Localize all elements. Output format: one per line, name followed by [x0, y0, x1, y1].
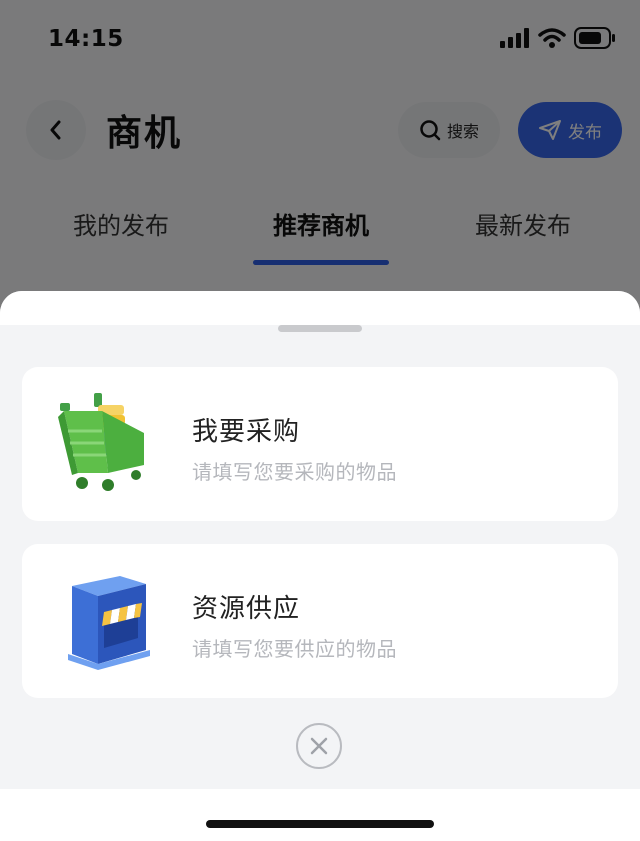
sheet-bottom-area	[0, 789, 640, 841]
sheet-header-strip	[0, 291, 640, 325]
storefront-icon	[68, 576, 150, 670]
option-purchase-title: 我要采购	[192, 417, 301, 447]
option-purchase[interactable]: 我要采购 请填写您要采购的物品	[22, 367, 618, 521]
option-supply-subtitle: 请填写您要供应的物品	[192, 637, 397, 661]
close-button[interactable]	[296, 723, 342, 769]
close-icon	[310, 737, 328, 755]
sheet-grabber[interactable]	[278, 325, 362, 332]
option-supply-title: 资源供应	[192, 594, 301, 624]
option-supply[interactable]: 资源供应 请填写您要供应的物品	[22, 544, 618, 698]
home-indicator[interactable]	[206, 820, 434, 828]
shopping-cart-icon	[58, 393, 144, 491]
option-purchase-subtitle: 请填写您要采购的物品	[192, 460, 397, 484]
bottom-sheet: 我要采购 请填写您要采购的物品 资源供应 请填写您要供应的物品	[0, 291, 640, 841]
